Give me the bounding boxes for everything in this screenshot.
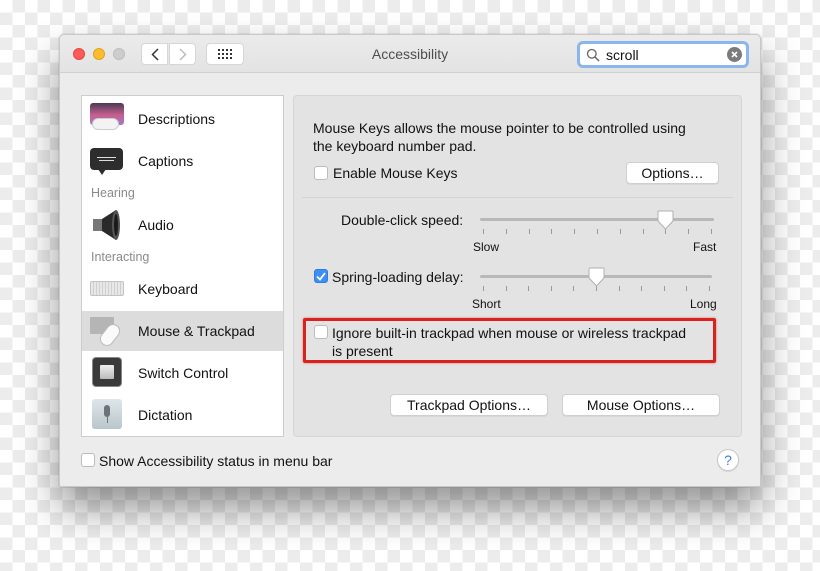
speaker-icon: [89, 207, 125, 243]
checkmark-icon: [316, 271, 326, 281]
sidebar-item-mouse-trackpad[interactable]: Mouse & Trackpad: [82, 311, 283, 351]
captions-icon: [89, 143, 125, 179]
section-header-interacting: Interacting: [91, 250, 150, 264]
sidebar-item-captions[interactable]: Captions: [82, 141, 283, 181]
mouse-keys-options-button[interactable]: Options…: [626, 162, 719, 184]
slider-tick: [642, 229, 644, 234]
spring-loading-slider[interactable]: [480, 267, 712, 301]
slider-tick: [550, 286, 552, 291]
slider-tick: [709, 286, 710, 291]
sidebar-item-keyboard[interactable]: Keyboard: [82, 269, 283, 309]
sidebar-item-label: Captions: [138, 153, 194, 169]
search-field[interactable]: scroll: [577, 41, 749, 68]
slider-tick: [688, 229, 690, 234]
slider-tick: [619, 229, 621, 234]
clear-search-button[interactable]: [727, 47, 742, 62]
slider-tick: [483, 229, 484, 234]
clear-icon: [731, 51, 738, 58]
search-input[interactable]: scroll: [606, 47, 639, 63]
slider-tick: [663, 286, 665, 291]
sidebar-item-label: Mouse & Trackpad: [138, 323, 255, 339]
enable-mouse-keys-checkbox[interactable]: [314, 166, 328, 180]
sidebar-item-dictation[interactable]: Dictation: [82, 395, 283, 435]
slider-track: [480, 218, 714, 221]
slider-tick: [505, 286, 507, 291]
spring-loading-label: Spring-loading delay:: [332, 269, 464, 285]
slider-tick: [686, 286, 688, 291]
sidebar-item-label: Dictation: [138, 407, 193, 423]
mouse-keys-description-line2: the keyboard number pad.: [313, 138, 477, 154]
double-click-speed-slider[interactable]: [480, 210, 714, 244]
mouse-trackpad-icon: [89, 313, 125, 349]
mouse-options-button[interactable]: Mouse Options…: [562, 394, 720, 416]
show-status-label: Show Accessibility status in menu bar: [99, 453, 333, 469]
slider-knob[interactable]: [657, 210, 674, 230]
sidebar-item-label: Keyboard: [138, 281, 198, 297]
switch-control-icon: [89, 355, 125, 391]
slider-tick: [597, 229, 598, 234]
slider-tick: [641, 286, 643, 291]
search-icon: [586, 48, 600, 62]
keyboard-icon: [89, 271, 125, 307]
section-header-hearing: Hearing: [91, 186, 135, 200]
sidebar-item-audio[interactable]: Audio: [82, 205, 283, 245]
slider-knob[interactable]: [588, 267, 605, 287]
sidebar-item-switch-control[interactable]: Switch Control: [82, 353, 283, 393]
divider: [302, 197, 733, 198]
slow-label: Slow: [473, 240, 500, 254]
sidebar-item-label: Descriptions: [138, 111, 216, 127]
mouse-trackpad-panel: Mouse Keys allows the mouse pointer to b…: [293, 95, 742, 437]
accessibility-window: Accessibility scroll Descriptions Captio…: [59, 34, 761, 487]
sidebar-item-label: Audio: [138, 217, 174, 233]
sidebar-item-label: Switch Control: [138, 365, 229, 381]
microphone-icon: [89, 397, 125, 433]
slider-tick: [528, 229, 530, 234]
fast-label: Fast: [693, 240, 717, 254]
slider-tick: [551, 229, 553, 234]
slider-tick: [574, 229, 576, 234]
slider-tick: [573, 286, 575, 291]
slider-tick: [618, 286, 620, 291]
sidebar-item-descriptions[interactable]: Descriptions: [82, 99, 283, 139]
slider-tick: [483, 286, 484, 291]
double-click-speed-label: Double-click speed:: [341, 212, 464, 228]
show-status-checkbox[interactable]: [81, 453, 95, 467]
enable-mouse-keys-label: Enable Mouse Keys: [333, 165, 458, 181]
descriptions-icon: [89, 101, 125, 137]
trackpad-options-button[interactable]: Trackpad Options…: [390, 394, 548, 416]
slider-tick: [711, 229, 712, 234]
title-bar: Accessibility scroll: [60, 35, 760, 73]
category-sidebar[interactable]: Descriptions Captions Hearing Audio Inte…: [81, 95, 284, 437]
annotation-highlight-box: [303, 318, 716, 363]
slider-tick: [505, 229, 507, 234]
help-button[interactable]: ?: [717, 449, 739, 471]
mouse-keys-description: Mouse Keys allows the mouse pointer to b…: [313, 120, 686, 136]
slider-tick: [528, 286, 530, 291]
spring-loading-checkbox[interactable]: [314, 269, 328, 283]
short-label: Short: [472, 297, 501, 311]
long-label: Long: [690, 297, 717, 311]
